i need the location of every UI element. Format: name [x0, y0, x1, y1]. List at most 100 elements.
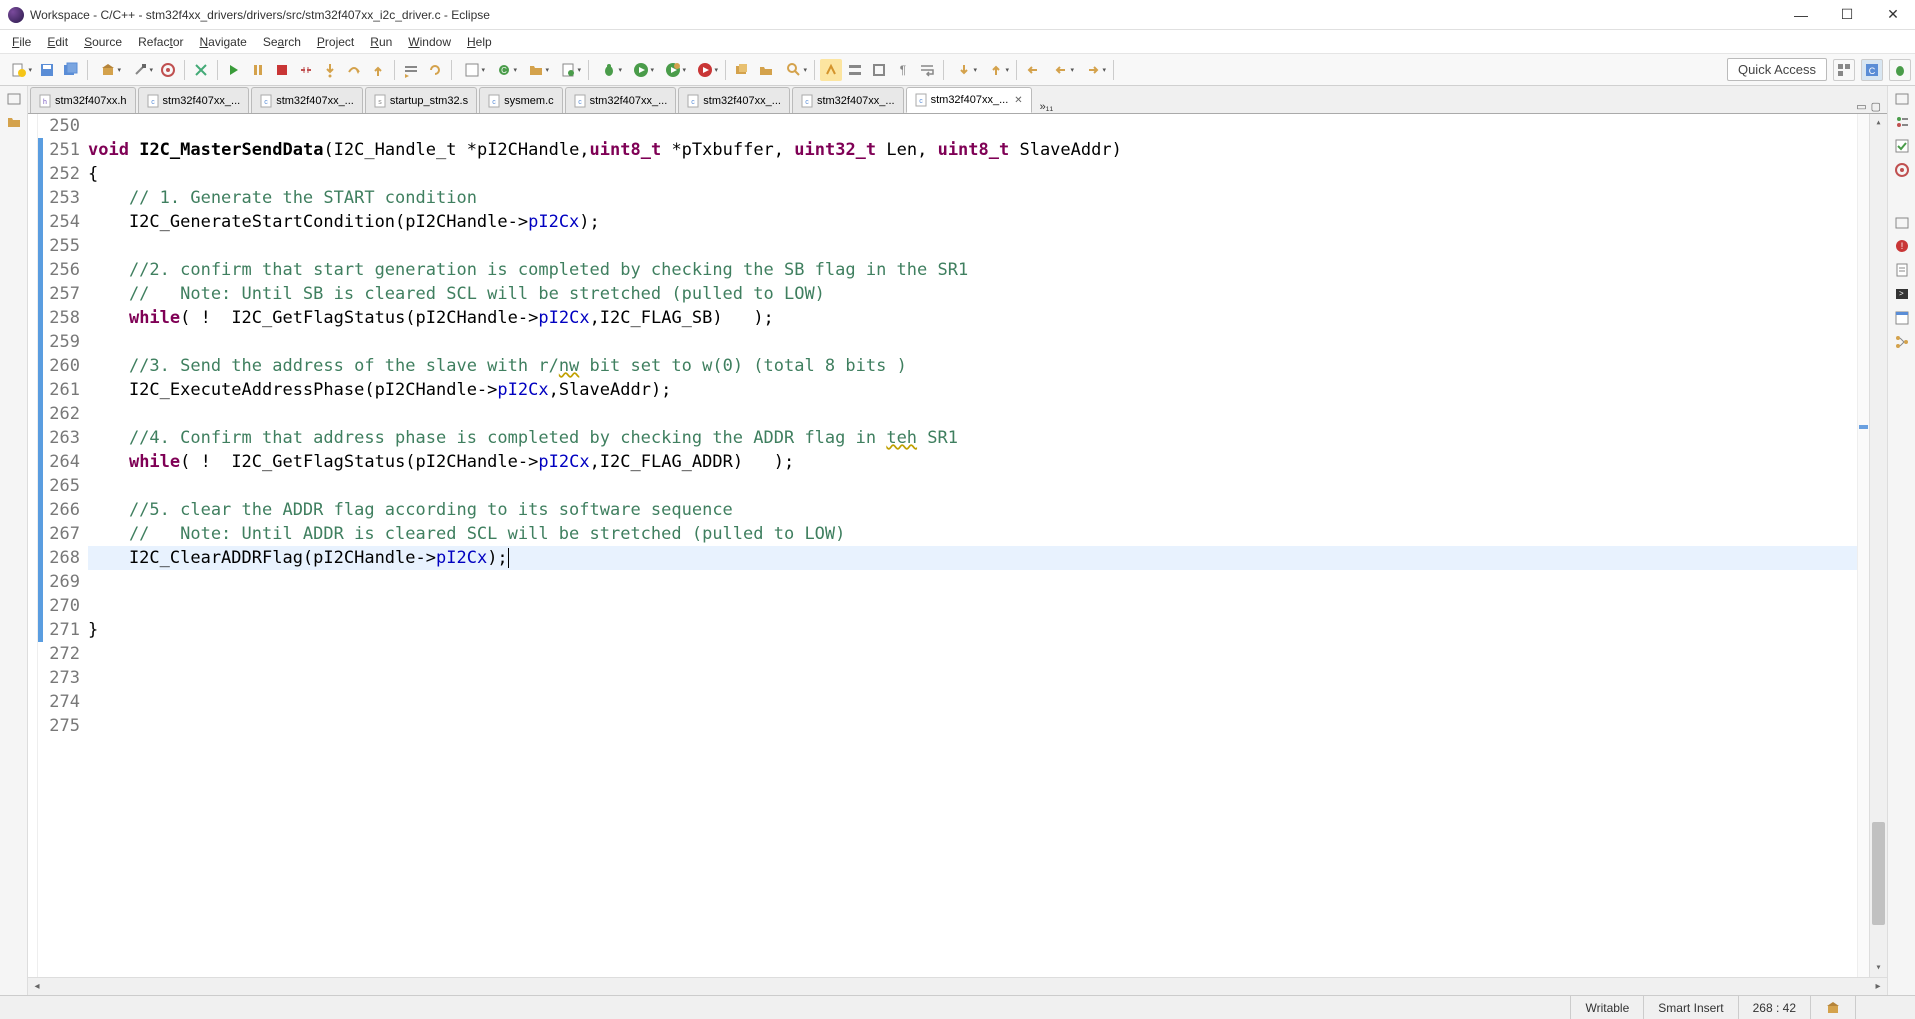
console-icon[interactable]: >	[1894, 286, 1910, 302]
menu-run[interactable]: Run	[362, 32, 400, 52]
cpp-perspective-button[interactable]: C	[1861, 59, 1883, 81]
step-return-button[interactable]	[367, 59, 389, 81]
scroll-up-button[interactable]: ▴	[1870, 114, 1887, 132]
new-button[interactable]	[4, 59, 34, 81]
code-content[interactable]: void I2C_MasterSendData(I2C_Handle_t *pI…	[86, 114, 1857, 977]
code-line[interactable]: // Note: Until ADDR is cleared SCL will …	[88, 522, 1857, 546]
code-line[interactable]	[88, 594, 1857, 618]
code-line[interactable]	[88, 330, 1857, 354]
menu-help[interactable]: Help	[459, 32, 500, 52]
code-line[interactable]: I2C_ExecuteAddressPhase(pI2CHandle->pI2C…	[88, 378, 1857, 402]
code-line[interactable]: {	[88, 162, 1857, 186]
show-whitespace-button[interactable]: ¶	[892, 59, 914, 81]
instruction-step-button[interactable]	[400, 59, 422, 81]
new-folder-button[interactable]	[521, 59, 551, 81]
editor-tab[interactable]: csysmem.c	[479, 87, 563, 113]
debug-button[interactable]	[594, 59, 624, 81]
last-edit-button[interactable]	[1022, 59, 1044, 81]
scroll-right-button[interactable]: ▸	[1869, 981, 1887, 992]
build-button[interactable]	[93, 59, 123, 81]
forward-button[interactable]	[1078, 59, 1108, 81]
run-button[interactable]	[626, 59, 656, 81]
toggle-breadcrumb-button[interactable]	[844, 59, 866, 81]
terminate-button[interactable]	[271, 59, 293, 81]
code-line[interactable]: while( ! I2C_GetFlagStatus(pI2CHandle->p…	[88, 450, 1857, 474]
toggle-block-button[interactable]	[868, 59, 890, 81]
overview-ruler[interactable]	[1857, 114, 1869, 977]
editor-tab[interactable]: cstm32f407xx_...	[678, 87, 790, 113]
vertical-scrollbar[interactable]: ▴ ▾	[1869, 114, 1887, 977]
code-line[interactable]: //3. Send the address of the slave with …	[88, 354, 1857, 378]
debug-perspective-button[interactable]	[1889, 59, 1911, 81]
editor-tab[interactable]: cstm32f407xx_...	[138, 87, 250, 113]
open-type-button[interactable]	[457, 59, 487, 81]
menu-edit[interactable]: Edit	[39, 32, 76, 52]
properties-icon[interactable]	[1894, 310, 1910, 326]
scroll-down-button[interactable]: ▾	[1870, 959, 1887, 977]
tasks-icon[interactable]	[1894, 262, 1910, 278]
disconnect-button[interactable]	[295, 59, 317, 81]
code-line[interactable]: I2C_ClearADDRFlag(pI2CHandle->pI2Cx);	[88, 546, 1857, 570]
code-line[interactable]: while( ! I2C_GetFlagStatus(pI2CHandle->p…	[88, 306, 1857, 330]
code-line[interactable]	[88, 402, 1857, 426]
suspend-button[interactable]	[247, 59, 269, 81]
new-source-button[interactable]	[553, 59, 583, 81]
menu-window[interactable]: Window	[400, 32, 459, 52]
maximize-view-icon[interactable]: ▢	[1871, 100, 1881, 113]
menu-source[interactable]: Source	[76, 32, 130, 52]
close-button[interactable]: ✕	[1879, 5, 1907, 25]
code-line[interactable]: //4. Confirm that address phase is compl…	[88, 426, 1857, 450]
save-button[interactable]	[36, 59, 58, 81]
status-build-icon[interactable]	[1810, 996, 1855, 1019]
editor-tab[interactable]: cstm32f407xx_...	[565, 87, 677, 113]
restore-right-icon[interactable]	[1894, 90, 1910, 106]
code-line[interactable]	[88, 114, 1857, 138]
word-wrap-button[interactable]	[916, 59, 938, 81]
restore-icon[interactable]	[6, 90, 22, 106]
code-line[interactable]	[88, 666, 1857, 690]
quick-access-input[interactable]: Quick Access	[1727, 58, 1827, 81]
code-line[interactable]	[88, 642, 1857, 666]
step-over-button[interactable]	[343, 59, 365, 81]
code-line[interactable]: // Note: Until SB is cleared SCL will be…	[88, 282, 1857, 306]
code-line[interactable]: // 1. Generate the START condition	[88, 186, 1857, 210]
back-button[interactable]	[1046, 59, 1076, 81]
search-button[interactable]	[779, 59, 809, 81]
editor-tab[interactable]: cstm32f407xx_...✕	[906, 87, 1032, 113]
coverage-button[interactable]	[658, 59, 688, 81]
menu-search[interactable]: Search	[255, 32, 309, 52]
next-annotation-button[interactable]	[949, 59, 979, 81]
minimize-view-icon[interactable]: ▭	[1856, 100, 1866, 113]
call-hierarchy-icon[interactable]	[1894, 334, 1910, 350]
project-explorer-icon[interactable]	[6, 114, 22, 130]
editor-tab[interactable]: cstm32f407xx_...	[251, 87, 363, 113]
scroll-left-button[interactable]: ◂	[28, 981, 46, 992]
open-element-button[interactable]	[755, 59, 777, 81]
step-into-button[interactable]	[319, 59, 341, 81]
menu-file[interactable]: File	[4, 32, 39, 52]
code-line[interactable]: //5. clear the ADDR flag according to it…	[88, 498, 1857, 522]
restore-bottom-icon[interactable]	[1894, 214, 1910, 230]
horizontal-scrollbar[interactable]: ◂ ▸	[28, 977, 1887, 995]
external-tools-button[interactable]	[690, 59, 720, 81]
problems-icon[interactable]: !	[1894, 238, 1910, 254]
build-config-button[interactable]	[125, 59, 155, 81]
menu-refactor[interactable]: Refactor	[130, 32, 191, 52]
task-list-icon[interactable]	[1894, 138, 1910, 154]
code-line[interactable]: I2C_GenerateStartCondition(pI2CHandle->p…	[88, 210, 1857, 234]
minimize-button[interactable]: —	[1787, 5, 1815, 25]
close-tab-icon[interactable]: ✕	[1014, 95, 1022, 106]
code-line[interactable]	[88, 690, 1857, 714]
editor-tab[interactable]: sstartup_stm32.s	[365, 87, 477, 113]
open-perspective-button[interactable]	[1833, 59, 1855, 81]
code-line[interactable]	[88, 234, 1857, 258]
menu-navigate[interactable]: Navigate	[191, 32, 254, 52]
restart-button[interactable]	[424, 59, 446, 81]
save-all-button[interactable]	[60, 59, 82, 81]
vertical-scroll-thumb[interactable]	[1872, 822, 1885, 926]
editor-tab[interactable]: cstm32f407xx_...	[792, 87, 904, 113]
menu-project[interactable]: Project	[309, 32, 362, 52]
editor-tab[interactable]: hstm32f407xx.h	[30, 87, 136, 113]
code-line[interactable]: //2. confirm that start generation is co…	[88, 258, 1857, 282]
code-line[interactable]	[88, 474, 1857, 498]
